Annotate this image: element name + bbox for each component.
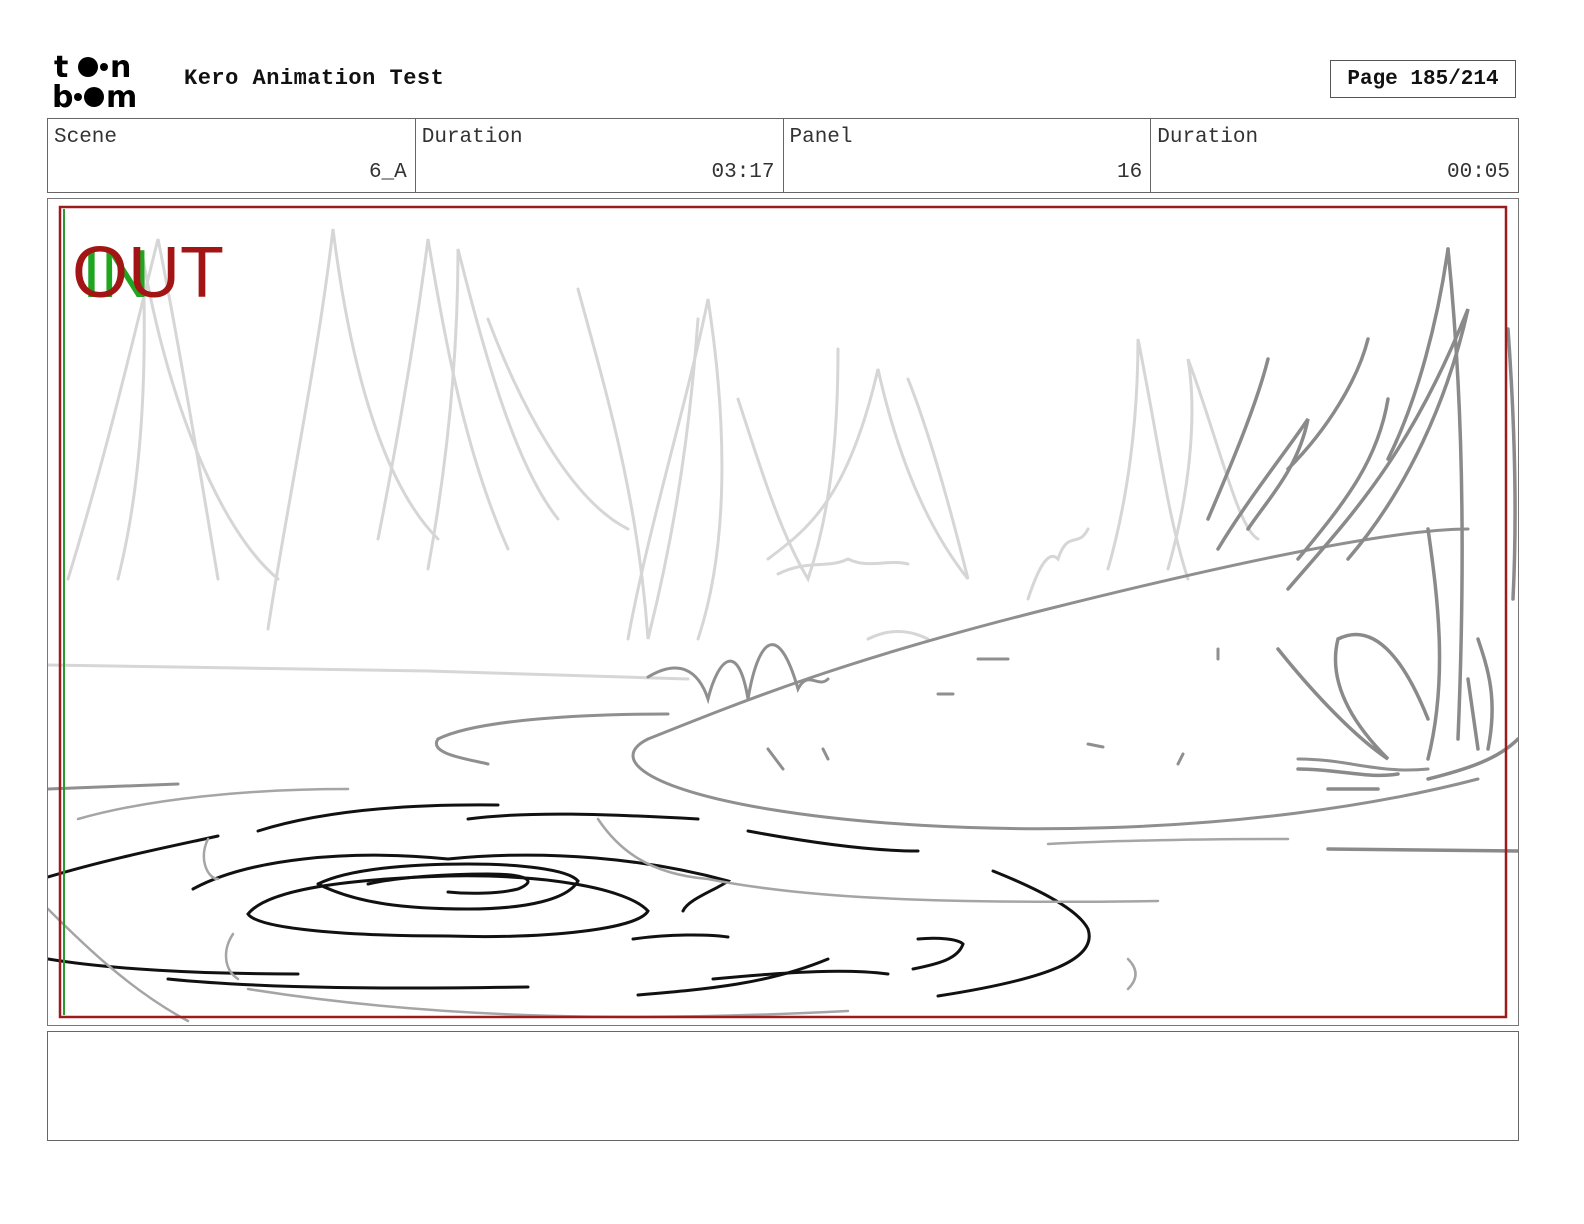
hill-sketch: [48, 527, 1480, 831]
panel-value: 16: [1117, 161, 1143, 184]
page-indicator: Page 185/214: [1330, 60, 1516, 98]
scene-duration-cell: Duration 03:17: [416, 119, 784, 192]
panel-sketch: IN OUT: [48, 205, 1518, 1023]
background-trees-sketch: [48, 228, 1260, 681]
panel-cell: Panel 16: [784, 119, 1152, 192]
right-trees-sketch: [1206, 247, 1518, 853]
storyboard-panel: IN OUT: [47, 198, 1519, 1026]
scene-label: Scene: [54, 126, 118, 149]
svg-text:b: b: [52, 80, 73, 110]
water-light-sketch: [48, 787, 1290, 1023]
scene-duration-value: 03:17: [711, 161, 775, 184]
scene-cell: Scene 6_A: [48, 119, 416, 192]
svg-text:m: m: [106, 80, 137, 110]
scene-info-row: Scene 6_A Duration 03:17 Panel 16 Durati…: [47, 118, 1519, 193]
panel-duration-value: 00:05: [1446, 161, 1510, 184]
out-marker: OUT: [72, 233, 224, 313]
panel-duration-cell: Duration 00:05: [1151, 119, 1518, 192]
scene-value: 6_A: [368, 161, 407, 184]
document-title: Kero Animation Test: [184, 66, 445, 91]
scene-duration-label: Duration: [421, 126, 523, 149]
panel-duration-label: Duration: [1157, 126, 1259, 149]
toonboom-logo: t n b m: [52, 50, 137, 110]
panel-label: Panel: [789, 126, 853, 149]
panel-notes-box[interactable]: [47, 1031, 1519, 1141]
